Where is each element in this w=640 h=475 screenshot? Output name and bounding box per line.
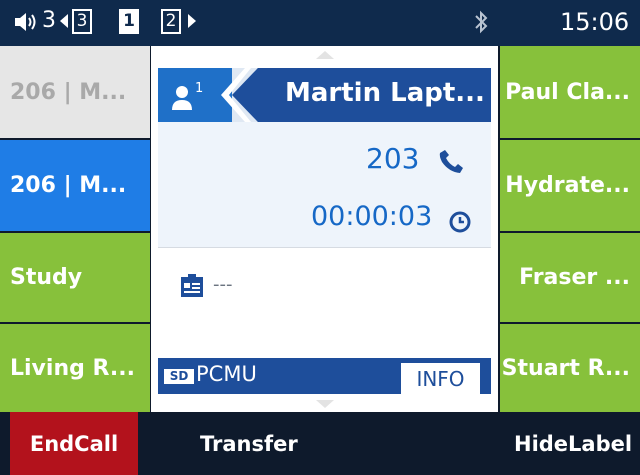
transfer-button[interactable]: Transfer: [200, 412, 298, 475]
page-prev-arrow-icon[interactable]: [60, 14, 68, 28]
line-key-right-4[interactable]: Stuart R...: [500, 324, 640, 412]
chevron-left-icon: [221, 68, 251, 122]
speaker-icon: [15, 13, 36, 31]
line-key-label: Study: [10, 265, 83, 290]
bluetooth-icon: [475, 10, 488, 34]
line-key-label: Paul Cla...: [505, 79, 630, 105]
line-key-label: Fraser ...: [519, 265, 630, 290]
page-indicator-1-active[interactable]: 1: [119, 9, 139, 34]
line-key-label: 206 | M...: [10, 79, 127, 105]
status-bar: 3 3 1 2 15:06: [0, 0, 640, 46]
line-key-right-2[interactable]: Hydrate...: [500, 140, 640, 231]
info-button[interactable]: INFO: [401, 363, 480, 394]
page-indicator-2[interactable]: 2: [161, 9, 181, 34]
page-next-arrow-icon[interactable]: [188, 14, 196, 28]
line-key-label: Stuart R...: [501, 355, 630, 381]
line-key-label: 206 | M...: [10, 173, 127, 198]
scroll-up-arrow-icon[interactable]: [316, 51, 334, 59]
hide-label-button[interactable]: HideLabel: [514, 412, 632, 475]
line-key-left-3[interactable]: Study: [0, 233, 150, 322]
contact-card-text: ---: [213, 274, 233, 295]
caller-name: Martin Lapt...: [285, 78, 485, 108]
clock-icon: [449, 211, 471, 233]
line-key-left-2[interactable]: 206 | M...: [0, 140, 150, 231]
line-number: 3: [42, 8, 56, 33]
line-key-label: Hydrate...: [505, 173, 630, 198]
divider: [158, 247, 491, 248]
page-indicator-3[interactable]: 3: [72, 9, 92, 34]
line-key-label: Living R...: [10, 355, 135, 381]
end-call-button[interactable]: EndCall: [10, 412, 138, 475]
phone-icon: [439, 150, 463, 173]
line-key-left-4[interactable]: Living R...: [0, 324, 150, 412]
call-panel: 1 Martin Lapt... 203 00:00:03 --- SD PCM…: [151, 46, 498, 412]
contact-card-icon: [181, 274, 203, 297]
line-key-right-1[interactable]: Paul Cla...: [500, 46, 640, 138]
scroll-down-arrow-icon[interactable]: [316, 400, 334, 408]
codec-label: PCMU: [196, 362, 257, 386]
contact-count-badge: 1: [195, 81, 203, 96]
call-duration: 00:00:03: [311, 201, 433, 232]
clock-time: 15:06: [560, 8, 630, 36]
line-key-left-1[interactable]: 206 | M...: [0, 46, 150, 138]
line-key-right-3[interactable]: Fraser ...: [500, 233, 640, 322]
contact-person-icon: 1: [172, 81, 203, 110]
info-button-edge: [480, 363, 485, 394]
caller-extension: 203: [366, 142, 420, 175]
sd-badge-icon: SD: [164, 369, 194, 384]
